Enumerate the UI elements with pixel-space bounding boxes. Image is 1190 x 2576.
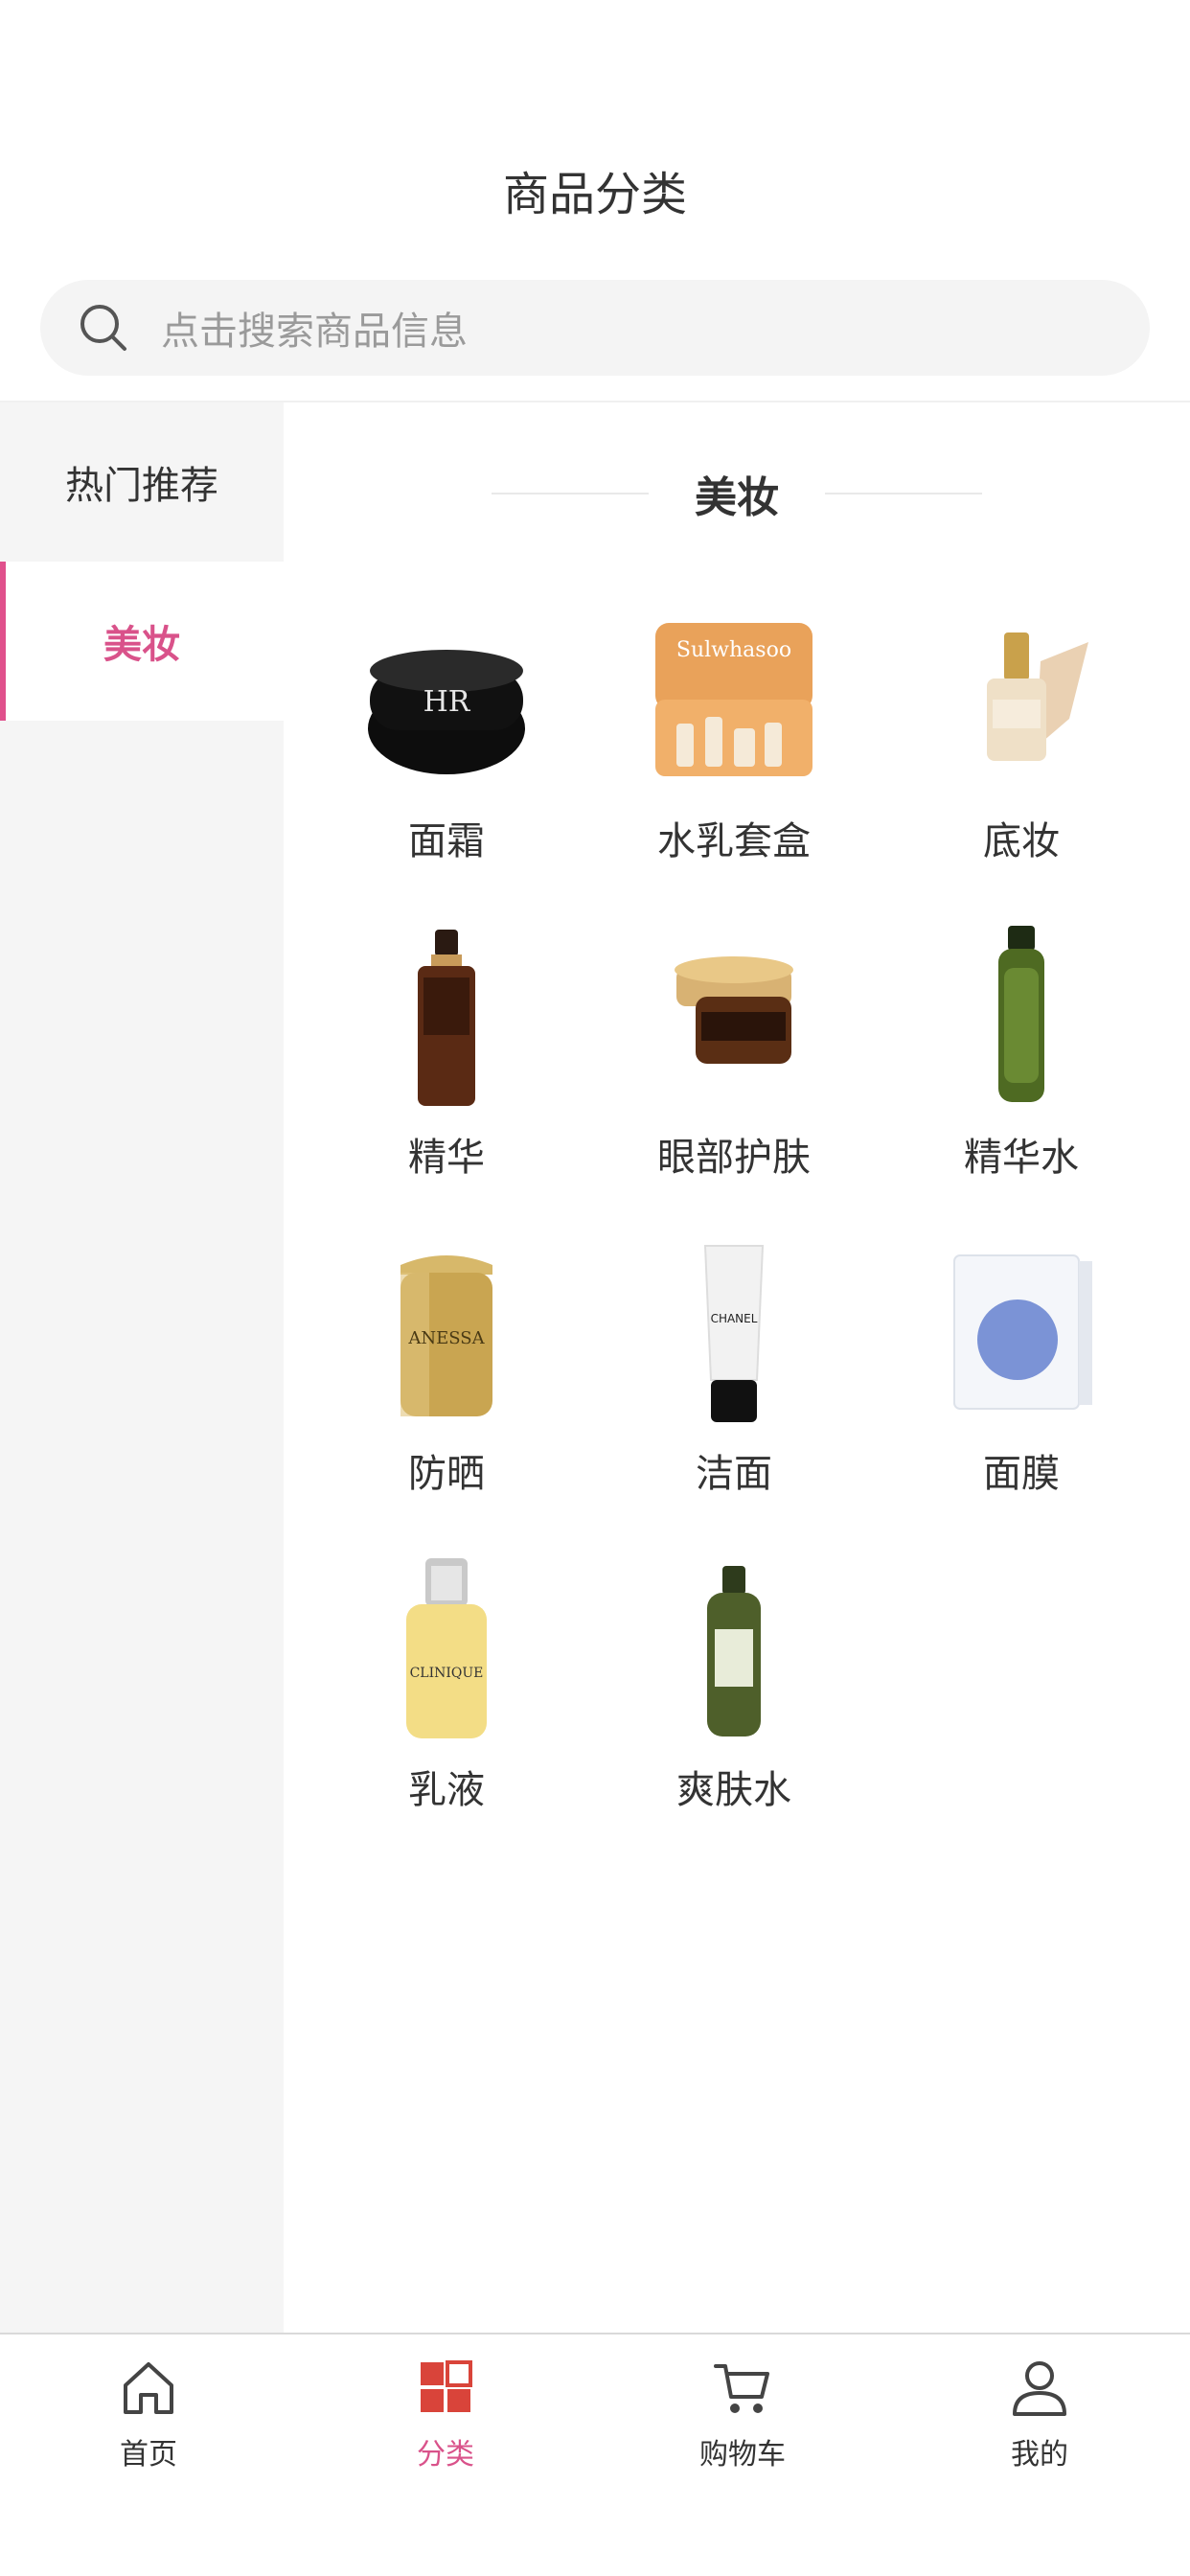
toner-bottle-image	[638, 1552, 830, 1744]
product-name: 精华水	[964, 1136, 1079, 1180]
section-title: 美妆	[695, 473, 779, 522]
product-item[interactable]: 精华	[312, 920, 581, 1208]
sidebar-item-label: 热门推荐	[65, 464, 218, 508]
cleanser-tube-image: CHANEL	[638, 1236, 830, 1428]
svg-text:Sulwhasoo: Sulwhasoo	[676, 638, 791, 662]
product-name: 精华	[408, 1136, 485, 1180]
cream-jar-image: HR	[351, 604, 542, 795]
product-item[interactable]: HR 面霜	[312, 604, 581, 891]
svg-text:CLINIQUE: CLINIQUE	[410, 1666, 484, 1681]
tab-label: 分类	[417, 2438, 474, 2472]
divider	[492, 493, 649, 494]
svg-text:ANESSA: ANESSA	[407, 1328, 485, 1348]
product-name: 面霜	[408, 819, 485, 863]
tab-profile[interactable]: 我的	[944, 2354, 1135, 2488]
tab-label: 我的	[1011, 2438, 1068, 2472]
product-name: 乳液	[408, 1768, 485, 1812]
product-name: 防晒	[408, 1452, 485, 1496]
search-icon	[77, 301, 130, 355]
divider	[825, 493, 982, 494]
sidebar-item-label: 美妆	[103, 623, 180, 667]
essence-bottle-image	[926, 920, 1117, 1112]
product-item[interactable]: 眼部护肤	[600, 920, 868, 1208]
product-name: 水乳套盒	[657, 819, 811, 863]
user-icon	[1006, 2354, 1073, 2421]
product-name: 爽肤水	[676, 1768, 791, 1812]
product-name: 眼部护肤	[657, 1136, 811, 1180]
home-icon	[115, 2354, 182, 2421]
category-page: 商品分类 点击搜索商品信息 热门推荐 美妆 美妆 HR 面霜 Sulwhasoo…	[0, 0, 1190, 2576]
tab-category[interactable]: 分类	[350, 2354, 541, 2488]
product-item[interactable]: 面膜	[887, 1236, 1156, 1524]
svg-text:HR: HR	[423, 685, 471, 719]
product-name: 洁面	[696, 1452, 772, 1496]
sidebar-item-hot[interactable]: 热门推荐	[0, 402, 284, 562]
serum-bottle-image	[351, 920, 542, 1112]
page-title: 商品分类	[502, 168, 687, 221]
search-bar[interactable]: 点击搜索商品信息	[40, 280, 1150, 376]
sunscreen-bottle-image: ANESSA	[351, 1236, 542, 1428]
lotion-bottle-image: CLINIQUE	[351, 1552, 542, 1744]
tab-label: 购物车	[699, 2438, 786, 2472]
product-item[interactable]: ANESSA 防晒	[312, 1236, 581, 1524]
product-item[interactable]: 底妆	[887, 604, 1156, 891]
eye-cream-jar-image	[638, 920, 830, 1112]
search-placeholder: 点击搜索商品信息	[161, 310, 468, 354]
product-item[interactable]: CHANEL 洁面	[600, 1236, 868, 1524]
mask-box-image	[926, 1236, 1117, 1428]
cart-icon	[709, 2354, 776, 2421]
section-header: 美妆	[284, 460, 1190, 527]
tab-cart[interactable]: 购物车	[647, 2354, 838, 2488]
product-item[interactable]: CLINIQUE 乳液	[312, 1552, 581, 1840]
product-name: 面膜	[983, 1452, 1060, 1496]
svg-text:CHANEL: CHANEL	[711, 1312, 758, 1325]
category-icon	[412, 2354, 479, 2421]
sidebar-item-beauty[interactable]: 美妆	[0, 562, 284, 721]
gift-box-image: Sulwhasoo	[638, 604, 830, 795]
foundation-bottle-image	[926, 604, 1117, 795]
product-item[interactable]: Sulwhasoo 水乳套盒	[600, 604, 868, 891]
product-item[interactable]: 精华水	[887, 920, 1156, 1208]
tab-home[interactable]: 首页	[53, 2354, 244, 2488]
bottom-tab-bar: 首页 分类 购物车 我的	[0, 2334, 1190, 2576]
category-content: 美妆 HR 面霜 Sulwhasoo 水乳套盒 底妆 精华 眼部护肤 精华水 A…	[284, 402, 1190, 2334]
tab-label: 首页	[120, 2438, 177, 2472]
product-item[interactable]: 爽肤水	[600, 1552, 868, 1840]
category-sidebar: 热门推荐 美妆	[0, 402, 284, 2334]
product-name: 底妆	[983, 819, 1060, 863]
